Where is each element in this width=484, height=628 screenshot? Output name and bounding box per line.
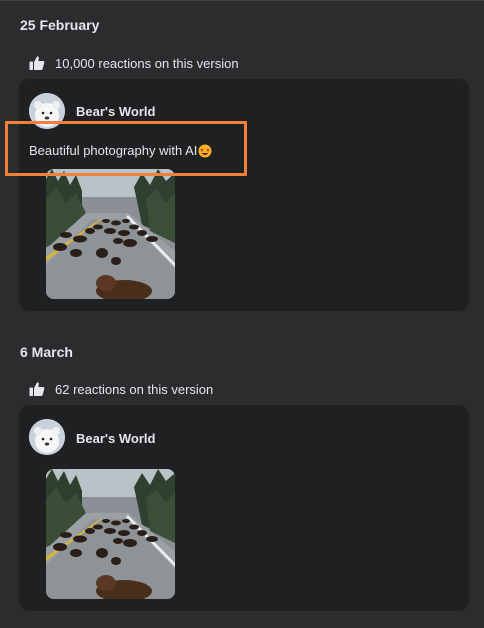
post-caption: Beautiful photography with AI [29,143,212,158]
reaction-count-text: 10,000 reactions on this version [55,55,239,71]
reaction-summary[interactable]: 62 reactions on this version [29,381,213,397]
polar-bear-avatar[interactable] [29,419,65,455]
post-author-name[interactable]: Bear's World [76,104,155,119]
star-struck-emoji-icon [198,144,212,157]
post-caption-text: Beautiful photography with AI [29,143,198,158]
version-history-panel: 25 February 10,000 reactions on this ver… [0,0,484,628]
version-date: 6 March [20,344,73,360]
polar-bear-avatar[interactable] [29,93,65,129]
reaction-count-text: 62 reactions on this version [55,381,214,397]
thumbs-up-icon [29,382,45,396]
thumbs-up-icon [29,56,45,70]
post-card[interactable]: Bear's World [19,405,469,611]
post-author-name[interactable]: Bear's World [76,431,155,446]
post-photo[interactable] [46,169,175,299]
version-date: 25 February [20,17,100,33]
reaction-summary[interactable]: 10,000 reactions on this version [29,55,239,71]
post-card[interactable]: Bear's World Beautiful photography with … [19,79,469,311]
post-photo[interactable] [46,469,175,599]
